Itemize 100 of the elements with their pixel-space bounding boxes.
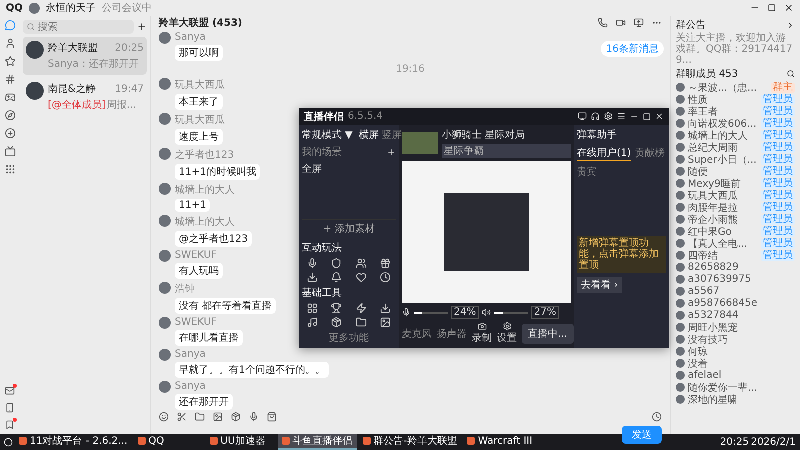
- close-icon[interactable]: [655, 112, 664, 121]
- music-icon[interactable]: [307, 317, 318, 328]
- scissors-icon[interactable]: [177, 412, 187, 422]
- gift-icon[interactable]: [380, 258, 391, 269]
- microphone-icon[interactable]: [307, 258, 318, 269]
- sender-avatar[interactable]: [159, 282, 171, 294]
- monitor-icon[interactable]: [578, 112, 587, 121]
- plus-circle-icon[interactable]: [4, 128, 16, 139]
- trophy-icon[interactable]: [331, 303, 342, 314]
- lightning-icon[interactable]: [356, 303, 367, 314]
- start-icon[interactable]: [4, 438, 13, 446]
- member-name[interactable]: 红中果Go: [688, 224, 732, 238]
- taskbar-item[interactable]: 11对战平台 - 2.6.2...: [15, 434, 132, 450]
- member-name[interactable]: a307639975: [688, 274, 752, 285]
- action-button[interactable]: 录制: [472, 322, 492, 345]
- headphones-icon[interactable]: [591, 112, 600, 121]
- taskbar-item[interactable]: QQ: [134, 434, 204, 450]
- member-name[interactable]: 城墙上的大人: [688, 128, 748, 142]
- phone-icon[interactable]: [598, 18, 608, 28]
- grid-icon[interactable]: [4, 164, 16, 175]
- member-name[interactable]: 向诺权发606...: [688, 116, 757, 130]
- panel-tab[interactable]: 在线用户(1): [577, 146, 632, 161]
- chat-list-item[interactable]: 南昆&之静 19:47 [@全体成员]周报...: [23, 78, 147, 116]
- bell-icon[interactable]: [331, 272, 342, 283]
- member-name[interactable]: 没着: [688, 356, 708, 370]
- mode-dropdown[interactable]: 常规模式 ▼: [302, 128, 353, 142]
- sender-avatar[interactable]: [159, 250, 171, 262]
- member-name[interactable]: 82658829: [688, 262, 739, 273]
- add-source-button[interactable]: + 添加素材: [302, 219, 396, 238]
- member-name[interactable]: Mexy9睡前: [688, 176, 741, 190]
- screen-share-icon[interactable]: [634, 18, 644, 28]
- sender-avatar[interactable]: [159, 32, 171, 44]
- member-name[interactable]: 【真人全电...: [688, 236, 748, 250]
- smile-icon[interactable]: [159, 412, 169, 422]
- chat-bubble-icon[interactable]: [4, 20, 16, 31]
- member-name[interactable]: 性质: [688, 92, 708, 106]
- source-item[interactable]: 全屏: [302, 162, 396, 176]
- shield-icon[interactable]: [331, 258, 342, 269]
- send-button[interactable]: 发送: [622, 426, 662, 444]
- action-button[interactable]: 设置: [497, 322, 517, 345]
- member-name[interactable]: 随便: [688, 164, 708, 178]
- folder-icon[interactable]: [195, 412, 205, 422]
- sender-avatar[interactable]: [159, 148, 171, 160]
- mail-icon[interactable]: [5, 386, 15, 396]
- search-input[interactable]: 搜索: [38, 22, 98, 32]
- star-icon[interactable]: [4, 56, 16, 67]
- panel-tab[interactable]: 贡献榜: [635, 146, 666, 161]
- sender-avatar[interactable]: [159, 113, 171, 125]
- clock-icon[interactable]: [652, 412, 662, 422]
- close-icon[interactable]: [784, 3, 794, 13]
- member-name[interactable]: Super小日（...: [688, 152, 757, 166]
- hash-icon[interactable]: [4, 74, 16, 85]
- member-name[interactable]: 随你爱你一辈...: [688, 380, 758, 394]
- member-name[interactable]: 四帝结: [688, 248, 718, 262]
- member-name[interactable]: 深地的星啸: [688, 392, 738, 406]
- member-name[interactable]: afelael: [688, 370, 722, 381]
- cover-thumbnail[interactable]: [402, 132, 438, 154]
- download-icon[interactable]: [380, 303, 391, 314]
- taskbar-item[interactable]: Warcraft III: [463, 434, 537, 450]
- download-icon[interactable]: [307, 272, 318, 283]
- heart-icon[interactable]: [356, 272, 367, 283]
- maximize-icon[interactable]: [768, 4, 776, 12]
- microphone-icon[interactable]: [402, 308, 411, 317]
- image-icon[interactable]: [213, 412, 223, 422]
- person-icon[interactable]: [4, 38, 16, 49]
- orientation-toggle[interactable]: 竖屏: [382, 128, 402, 142]
- plus-icon[interactable]: [387, 148, 396, 156]
- member-name[interactable]: 率王者: [688, 104, 718, 118]
- member-name[interactable]: a5327844: [688, 310, 739, 321]
- menu-icon[interactable]: [617, 112, 626, 121]
- users-icon[interactable]: [356, 258, 367, 269]
- user-avatar[interactable]: [29, 2, 40, 14]
- member-name[interactable]: 何琼: [688, 344, 708, 358]
- more-features-link[interactable]: 更多功能: [302, 331, 396, 345]
- phone-icon[interactable]: [5, 403, 15, 413]
- taskbar-item[interactable]: 群公告-羚羊大联盟: [358, 434, 462, 450]
- member-name[interactable]: 没有技巧: [688, 332, 728, 346]
- video-icon[interactable]: [616, 18, 626, 28]
- sender-avatar[interactable]: [159, 78, 171, 90]
- new-messages-pill[interactable]: 16条新消息: [601, 41, 664, 57]
- tv-icon[interactable]: [4, 146, 16, 157]
- speaker-icon[interactable]: [482, 308, 492, 317]
- orientation-toggle[interactable]: 横屏: [358, 128, 379, 142]
- member-name[interactable]: a958766845e: [688, 298, 758, 309]
- compass-icon[interactable]: [4, 110, 16, 121]
- taskbar-item[interactable]: 斗鱼直播伴侣: [278, 434, 357, 450]
- search-field[interactable]: 搜索: [23, 20, 134, 34]
- settings-icon[interactable]: [604, 112, 613, 121]
- sender-avatar[interactable]: [159, 317, 171, 329]
- grid-icon[interactable]: [307, 303, 318, 314]
- sender-avatar[interactable]: [159, 349, 171, 361]
- gamepad-icon[interactable]: [4, 92, 16, 103]
- member-name[interactable]: 帝企小雨熊: [688, 212, 738, 226]
- bag-icon[interactable]: [267, 412, 277, 422]
- live-button[interactable]: 直播中...: [522, 324, 574, 344]
- taskbar-item[interactable]: UU加速器: [206, 434, 276, 450]
- chevron-right-icon[interactable]: [786, 20, 795, 30]
- member-name[interactable]: ～果波...（忠...: [688, 80, 758, 94]
- sender-avatar[interactable]: [159, 381, 171, 393]
- box-icon[interactable]: [231, 412, 241, 422]
